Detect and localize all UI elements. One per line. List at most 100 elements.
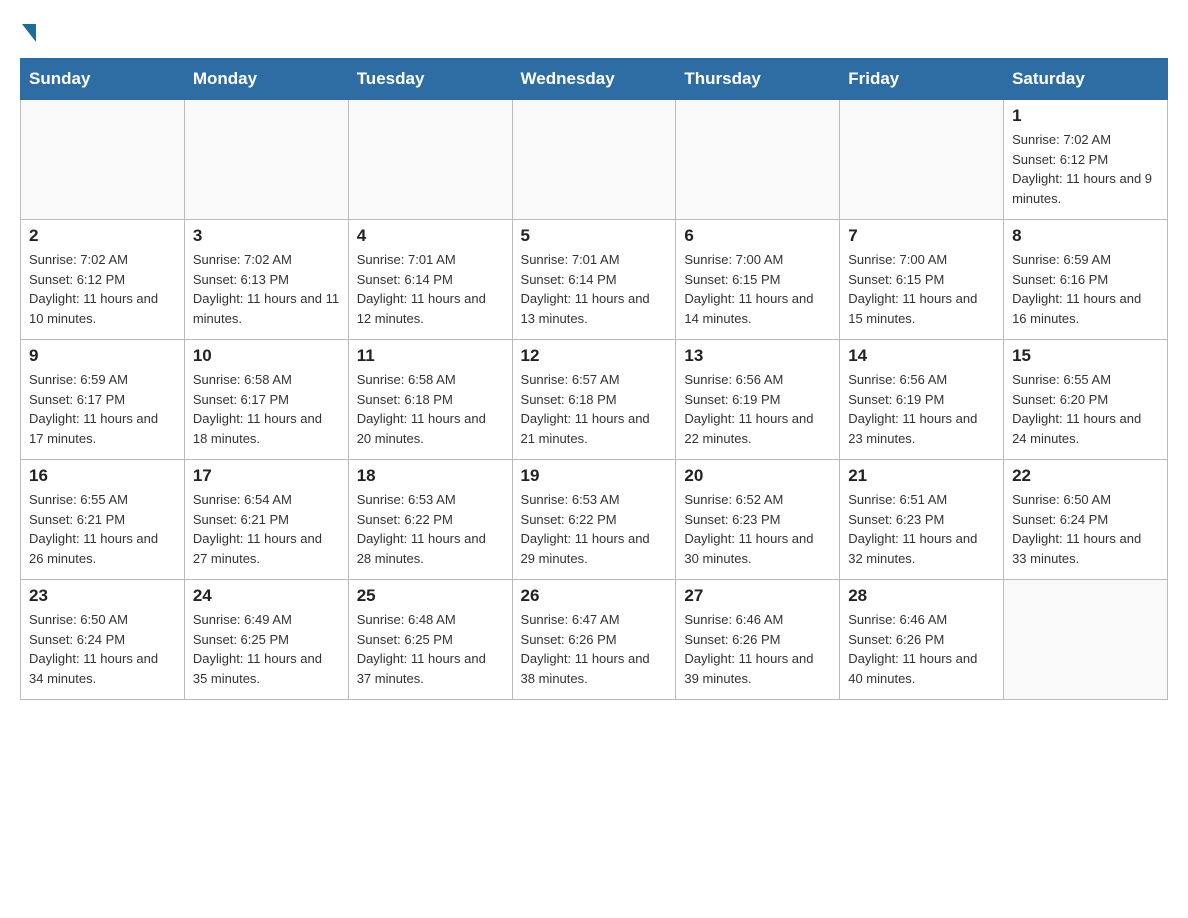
weekday-header-wednesday: Wednesday <box>512 59 676 100</box>
calendar-cell: 18Sunrise: 6:53 AMSunset: 6:22 PMDayligh… <box>348 460 512 580</box>
day-number: 8 <box>1012 226 1159 246</box>
calendar-cell: 26 Sunrise: 6:47 AMSunset: 6:26 PMDayligh… <box>512 580 676 700</box>
day-number: 28 <box>848 586 995 606</box>
day-info: Sunrise: 6:58 AMSunset: 6:17 PMDaylight:… <box>193 370 340 448</box>
logo-arrow-icon <box>22 24 36 42</box>
week-row-3: 9 Sunrise: 6:59 AMSunset: 6:17 PMDaylight… <box>21 340 1168 460</box>
weekday-row: SundayMondayTuesdayWednesdayThursdayFrid… <box>21 59 1168 100</box>
calendar-cell: 10 Sunrise: 6:58 AMSunset: 6:17 PMDayligh… <box>184 340 348 460</box>
day-info: Sunrise: 6:50 AMSunset: 6:24 PMDaylight:… <box>29 610 176 688</box>
weekday-header-thursday: Thursday <box>676 59 840 100</box>
day-info: Sunrise: 6:59 AMSunset: 6:17 PMDaylight:… <box>29 370 176 448</box>
day-number: 11 <box>357 346 504 366</box>
day-info: Sunrise: 7:01 AMSunset: 6:14 PMDaylight:… <box>521 250 668 328</box>
day-info: Sunrise: 6:51 AMSunset: 6:23 PMDaylight:… <box>848 490 995 568</box>
calendar-body: 1 Sunrise: 7:02 AMSunset: 6:12 PMDaylight… <box>21 100 1168 700</box>
day-info: Sunrise: 6:56 AMSunset: 6:19 PMDaylight:… <box>684 370 831 448</box>
day-number: 24 <box>193 586 340 606</box>
week-row-4: 16Sunrise: 6:55 AMSunset: 6:21 PMDayligh… <box>21 460 1168 580</box>
calendar-cell <box>184 100 348 220</box>
calendar-cell: 23 Sunrise: 6:50 AMSunset: 6:24 PMDayligh… <box>21 580 185 700</box>
calendar-cell: 27Sunrise: 6:46 AMSunset: 6:26 PMDayligh… <box>676 580 840 700</box>
logo-top <box>20 20 36 42</box>
day-info: Sunrise: 6:48 AMSunset: 6:25 PMDaylight:… <box>357 610 504 688</box>
day-number: 17 <box>193 466 340 486</box>
day-info: Sunrise: 6:46 AMSunset: 6:26 PMDaylight:… <box>684 610 831 688</box>
day-number: 5 <box>521 226 668 246</box>
calendar-cell: 13 Sunrise: 6:56 AMSunset: 6:19 PMDayligh… <box>676 340 840 460</box>
day-info: Sunrise: 6:57 AMSunset: 6:18 PMDaylight:… <box>521 370 668 448</box>
calendar-cell: 28 Sunrise: 6:46 AMSunset: 6:26 PMDayligh… <box>840 580 1004 700</box>
day-info: Sunrise: 7:02 AMSunset: 6:13 PMDaylight:… <box>193 250 340 328</box>
week-row-2: 2Sunrise: 7:02 AMSunset: 6:12 PMDaylight… <box>21 220 1168 340</box>
day-number: 15 <box>1012 346 1159 366</box>
calendar-cell: 8 Sunrise: 6:59 AMSunset: 6:16 PMDaylight… <box>1004 220 1168 340</box>
day-number: 1 <box>1012 106 1159 126</box>
day-info: Sunrise: 6:59 AMSunset: 6:16 PMDaylight:… <box>1012 250 1159 328</box>
day-number: 9 <box>29 346 176 366</box>
day-number: 20 <box>684 466 831 486</box>
day-info: Sunrise: 6:49 AMSunset: 6:25 PMDaylight:… <box>193 610 340 688</box>
calendar-cell: 17 Sunrise: 6:54 AMSunset: 6:21 PMDayligh… <box>184 460 348 580</box>
calendar-cell: 2Sunrise: 7:02 AMSunset: 6:12 PMDaylight… <box>21 220 185 340</box>
day-info: Sunrise: 6:56 AMSunset: 6:19 PMDaylight:… <box>848 370 995 448</box>
calendar-cell: 20 Sunrise: 6:52 AMSunset: 6:23 PMDayligh… <box>676 460 840 580</box>
day-number: 6 <box>684 226 831 246</box>
calendar-cell <box>21 100 185 220</box>
page-header <box>20 20 1168 42</box>
calendar-cell: 24 Sunrise: 6:49 AMSunset: 6:25 PMDayligh… <box>184 580 348 700</box>
day-number: 10 <box>193 346 340 366</box>
weekday-header-tuesday: Tuesday <box>348 59 512 100</box>
day-number: 26 <box>521 586 668 606</box>
calendar-cell: 15 Sunrise: 6:55 AMSunset: 6:20 PMDayligh… <box>1004 340 1168 460</box>
calendar-header: SundayMondayTuesdayWednesdayThursdayFrid… <box>21 59 1168 100</box>
weekday-header-monday: Monday <box>184 59 348 100</box>
day-info: Sunrise: 7:01 AMSunset: 6:14 PMDaylight:… <box>357 250 504 328</box>
weekday-header-friday: Friday <box>840 59 1004 100</box>
day-number: 7 <box>848 226 995 246</box>
calendar-cell: 9 Sunrise: 6:59 AMSunset: 6:17 PMDaylight… <box>21 340 185 460</box>
calendar-cell: 21 Sunrise: 6:51 AMSunset: 6:23 PMDayligh… <box>840 460 1004 580</box>
calendar-cell: 3 Sunrise: 7:02 AMSunset: 6:13 PMDaylight… <box>184 220 348 340</box>
day-number: 23 <box>29 586 176 606</box>
week-row-1: 1 Sunrise: 7:02 AMSunset: 6:12 PMDaylight… <box>21 100 1168 220</box>
day-info: Sunrise: 7:00 AMSunset: 6:15 PMDaylight:… <box>848 250 995 328</box>
day-info: Sunrise: 6:46 AMSunset: 6:26 PMDaylight:… <box>848 610 995 688</box>
day-info: Sunrise: 6:58 AMSunset: 6:18 PMDaylight:… <box>357 370 504 448</box>
calendar-cell <box>348 100 512 220</box>
calendar-cell: 4 Sunrise: 7:01 AMSunset: 6:14 PMDaylight… <box>348 220 512 340</box>
calendar-cell: 12 Sunrise: 6:57 AMSunset: 6:18 PMDayligh… <box>512 340 676 460</box>
calendar-table: SundayMondayTuesdayWednesdayThursdayFrid… <box>20 58 1168 700</box>
calendar-cell: 7 Sunrise: 7:00 AMSunset: 6:15 PMDaylight… <box>840 220 1004 340</box>
day-info: Sunrise: 6:54 AMSunset: 6:21 PMDaylight:… <box>193 490 340 568</box>
calendar-cell: 16Sunrise: 6:55 AMSunset: 6:21 PMDayligh… <box>21 460 185 580</box>
calendar-cell <box>676 100 840 220</box>
day-number: 21 <box>848 466 995 486</box>
day-info: Sunrise: 7:02 AMSunset: 6:12 PMDaylight:… <box>1012 130 1159 208</box>
day-info: Sunrise: 6:52 AMSunset: 6:23 PMDaylight:… <box>684 490 831 568</box>
calendar-cell: 14 Sunrise: 6:56 AMSunset: 6:19 PMDayligh… <box>840 340 1004 460</box>
day-info: Sunrise: 6:47 AMSunset: 6:26 PMDaylight:… <box>521 610 668 688</box>
day-number: 4 <box>357 226 504 246</box>
day-info: Sunrise: 6:53 AMSunset: 6:22 PMDaylight:… <box>521 490 668 568</box>
day-info: Sunrise: 6:53 AMSunset: 6:22 PMDaylight:… <box>357 490 504 568</box>
day-number: 13 <box>684 346 831 366</box>
day-number: 3 <box>193 226 340 246</box>
day-info: Sunrise: 7:00 AMSunset: 6:15 PMDaylight:… <box>684 250 831 328</box>
day-info: Sunrise: 6:55 AMSunset: 6:21 PMDaylight:… <box>29 490 176 568</box>
day-number: 19 <box>521 466 668 486</box>
day-number: 12 <box>521 346 668 366</box>
day-info: Sunrise: 6:55 AMSunset: 6:20 PMDaylight:… <box>1012 370 1159 448</box>
day-number: 25 <box>357 586 504 606</box>
calendar-cell <box>840 100 1004 220</box>
calendar-cell: 22Sunrise: 6:50 AMSunset: 6:24 PMDayligh… <box>1004 460 1168 580</box>
calendar-cell: 5 Sunrise: 7:01 AMSunset: 6:14 PMDaylight… <box>512 220 676 340</box>
calendar-cell <box>1004 580 1168 700</box>
calendar-cell: 6 Sunrise: 7:00 AMSunset: 6:15 PMDaylight… <box>676 220 840 340</box>
calendar-cell <box>512 100 676 220</box>
day-number: 22 <box>1012 466 1159 486</box>
day-number: 2 <box>29 226 176 246</box>
week-row-5: 23 Sunrise: 6:50 AMSunset: 6:24 PMDayligh… <box>21 580 1168 700</box>
day-number: 14 <box>848 346 995 366</box>
calendar-cell: 25 Sunrise: 6:48 AMSunset: 6:25 PMDayligh… <box>348 580 512 700</box>
